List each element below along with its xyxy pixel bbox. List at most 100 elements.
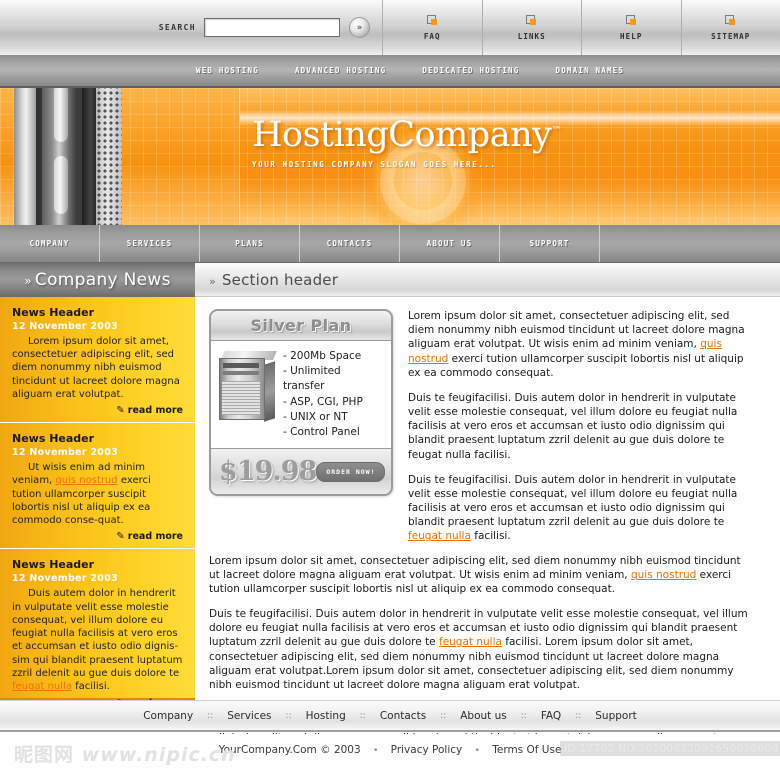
footer-link-contacts[interactable]: Contacts bbox=[380, 710, 426, 722]
footer-separator: :: bbox=[575, 710, 582, 721]
watermark-cjk-text: 昵图网 bbox=[14, 744, 75, 766]
privacy-policy-link[interactable]: Privacy Policy bbox=[391, 744, 463, 756]
watermark-url-text: www.nipic.cn bbox=[81, 744, 236, 766]
subnav-item-advanced-hosting[interactable]: ADVANCED HOSTING bbox=[295, 66, 386, 75]
inline-link[interactable]: feugat nulla bbox=[439, 636, 502, 648]
news-title: News Header bbox=[12, 306, 95, 319]
pencil-icon: ✎ bbox=[116, 405, 125, 417]
nav-item-services[interactable]: SERVICES bbox=[100, 225, 200, 262]
paragraph: Lorem ipsum dolor sit amet, consectetuer… bbox=[408, 309, 750, 380]
news-body-text: Lorem ipsum dolor sit amet, consectetuer… bbox=[12, 335, 180, 400]
nav-label: SERVICES bbox=[126, 239, 173, 248]
quick-link-label: SITEMAP bbox=[711, 31, 751, 41]
order-now-button[interactable]: ORDER NOW! bbox=[316, 461, 386, 482]
search-submit-button[interactable]: » bbox=[349, 17, 370, 38]
news-read-more-link[interactable]: ✎read more bbox=[12, 531, 183, 542]
chevron-right-icon: » bbox=[209, 274, 216, 288]
order-now-label: ORDER NOW! bbox=[326, 467, 376, 476]
bullet-icon: • bbox=[474, 746, 480, 756]
quick-link-label: LINKS bbox=[517, 31, 546, 41]
footer-link-hosting[interactable]: Hosting bbox=[306, 710, 346, 722]
secondary-nav: WEB HOSTING ADVANCED HOSTING DEDICATED H… bbox=[0, 55, 780, 88]
content-area: » Company News News Header 12 November 20… bbox=[0, 263, 780, 759]
subnav-item-dedicated-hosting[interactable]: DEDICATED HOSTING bbox=[422, 66, 519, 75]
plan-feature: - ASP, CGI, PHP bbox=[283, 395, 363, 408]
plan-feature: - Control Panel bbox=[283, 426, 360, 439]
page-root: SEARCH » FAQ LINKS HELP SITEMAP WEB HOST… bbox=[0, 0, 780, 772]
news-body: Ut wisis enim ad minim veniam, quis nost… bbox=[12, 461, 183, 527]
news-item: News Header 12 November 2003 Lorem ipsum… bbox=[0, 297, 195, 424]
subnav-item-domain-names[interactable]: DOMAIN NAMES bbox=[556, 66, 625, 75]
paragraph: Duis te feugifacilisi. Duis autem dolor … bbox=[408, 473, 750, 544]
inline-link[interactable]: feugat nulla bbox=[408, 530, 471, 542]
footer-link-faq[interactable]: FAQ bbox=[541, 710, 561, 722]
nav-item-about-us[interactable]: ABOUT US bbox=[400, 225, 500, 262]
search-label: SEARCH bbox=[158, 23, 196, 32]
quick-link-label: FAQ bbox=[423, 31, 441, 41]
news-read-more-link[interactable]: ✎read more bbox=[12, 405, 183, 416]
plan-feature: - UNIX or NT bbox=[283, 410, 348, 423]
nav-item-plans[interactable]: PLANS bbox=[200, 225, 300, 262]
news-body: Duis autem dolor in hendrerit in vulputa… bbox=[12, 587, 183, 693]
nav-label: CONTACTS bbox=[326, 239, 373, 248]
footer-link-company[interactable]: Company bbox=[143, 710, 193, 722]
site-logo[interactable]: HostingCompany™ YOUR HOSTING COMPANY SLO… bbox=[252, 115, 561, 170]
inline-link[interactable]: quis nostrud bbox=[631, 569, 696, 581]
server-tower-icon bbox=[219, 351, 277, 422]
search-input[interactable] bbox=[204, 18, 340, 37]
news-title: News Header bbox=[12, 432, 95, 446]
quick-link-faq[interactable]: FAQ bbox=[382, 0, 482, 55]
server-rack-illustration bbox=[14, 88, 122, 225]
plan-card-footer: $19.98 ORDER NOW! bbox=[211, 448, 391, 495]
main-column: » Section header Silver Plan - 200Mb Spa… bbox=[195, 263, 780, 759]
paragraph-text: facilisi. bbox=[470, 530, 511, 543]
window-icon bbox=[526, 14, 537, 26]
quick-link-help[interactable]: HELP bbox=[581, 0, 681, 55]
sidebar-header-label: Company News bbox=[34, 270, 171, 290]
footer-link-support[interactable]: Support bbox=[595, 710, 637, 722]
watermark: 昵图网 www.nipic.cn bbox=[14, 740, 236, 767]
news-body-text: facilisi. bbox=[71, 681, 110, 693]
news-inline-link[interactable]: feugat nulla bbox=[12, 681, 72, 692]
pencil-icon: ✎ bbox=[116, 531, 125, 543]
plan-card-silver[interactable]: Silver Plan - 200Mb Space - Unlimited tr… bbox=[209, 309, 393, 497]
footer-separator: :: bbox=[359, 710, 366, 721]
paragraph: Duis te feugifacilisi. Duis autem dolor … bbox=[209, 607, 750, 692]
primary-nav: COMPANY SERVICES PLANS CONTACTS ABOUT US… bbox=[0, 225, 780, 263]
news-date: 12 November 2003 bbox=[12, 446, 119, 458]
news-item: News Header 12 November 2003 Ut wisis en… bbox=[0, 423, 195, 550]
quick-link-sitemap[interactable]: SITEMAP bbox=[680, 0, 780, 55]
logo-slogan: YOUR HOSTING COMPANY SLOGAN GOES HERE... bbox=[252, 160, 497, 169]
quick-link-label: HELP bbox=[620, 31, 643, 41]
window-icon bbox=[625, 14, 637, 26]
section-header-label: Section header bbox=[221, 270, 339, 289]
nav-label: SUPPORT bbox=[529, 239, 570, 248]
news-inline-link[interactable]: quis nostrud bbox=[55, 475, 117, 486]
footer-link-services[interactable]: Services bbox=[227, 710, 271, 722]
quick-links: FAQ LINKS HELP SITEMAP bbox=[382, 0, 780, 55]
sidebar: » Company News News Header 12 November 20… bbox=[0, 263, 195, 709]
footer-link-about-us[interactable]: About us bbox=[460, 710, 507, 722]
footer-links: Company :: Services :: Hosting :: Contac… bbox=[0, 700, 780, 732]
plan-feature: - Unlimited transfer bbox=[283, 365, 341, 393]
trademark-icon: ™ bbox=[551, 125, 561, 137]
subnav-item-web-hosting[interactable]: WEB HOSTING bbox=[196, 66, 259, 75]
paragraph-text: Duis te feugifacilisi. Duis autem dolor … bbox=[408, 391, 738, 461]
quick-link-links[interactable]: LINKS bbox=[481, 0, 582, 55]
nav-label: COMPANY bbox=[29, 239, 70, 248]
copyright-text: YourCompany.Com © 2003 bbox=[218, 744, 361, 756]
nav-item-support[interactable]: SUPPORT bbox=[500, 225, 600, 262]
paragraph: Duis te feugifacilisi. Duis autem dolor … bbox=[408, 391, 750, 462]
news-list: News Header 12 November 2003 Lorem ipsum… bbox=[0, 297, 195, 709]
terms-of-use-link[interactable]: Terms Of Use bbox=[492, 744, 561, 756]
plan-feature: - 200Mb Space bbox=[283, 350, 362, 362]
footer-separator: :: bbox=[440, 710, 447, 721]
chevron-right-icon: » bbox=[24, 274, 32, 288]
logo-title-text: HostingCompany bbox=[252, 115, 552, 155]
news-item: News Header 12 November 2003 Duis autem … bbox=[0, 549, 195, 714]
nav-item-company[interactable]: COMPANY bbox=[0, 225, 100, 262]
nav-item-contacts[interactable]: CONTACTS bbox=[300, 225, 400, 262]
bullet-icon: • bbox=[373, 746, 379, 756]
read-more-label: read more bbox=[127, 531, 183, 543]
